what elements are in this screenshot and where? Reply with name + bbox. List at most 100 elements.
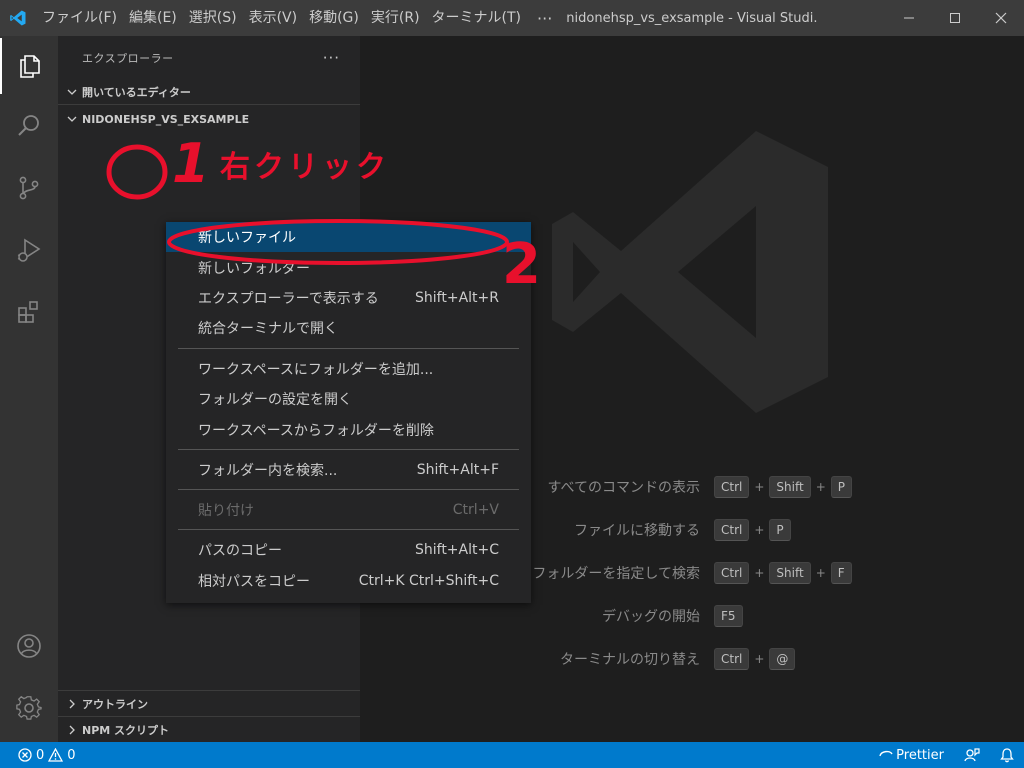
menu-item-add-folder-to-workspace[interactable]: ワークスペースにフォルダーを追加... — [166, 354, 531, 384]
menu-go[interactable]: 移動(G) — [303, 0, 365, 36]
activity-source-control[interactable] — [0, 160, 58, 216]
key-cap: Ctrl — [714, 519, 750, 541]
menu-item-shortcut: Ctrl+K Ctrl+Shift+C — [358, 573, 499, 589]
activity-run-debug[interactable] — [0, 222, 58, 278]
menu-item-label: パスのコピー — [198, 543, 282, 559]
activity-accounts[interactable] — [0, 618, 58, 674]
notifications-button[interactable] — [990, 742, 1024, 768]
annotation-step1-number: 1 — [172, 132, 210, 195]
menu-item-label: 貼り付け — [198, 503, 254, 519]
activity-bar — [0, 36, 58, 742]
sidebar-more-button[interactable]: ··· — [323, 49, 340, 67]
shortcut-label: ファイルに移動する — [574, 523, 700, 539]
menu-more-button[interactable]: ··· — [527, 9, 562, 28]
menu-separator — [178, 489, 519, 490]
key-cap: Shift — [769, 562, 811, 584]
key-cap: P — [769, 519, 791, 541]
menu-terminal[interactable]: ターミナル(T) — [426, 0, 527, 36]
explorer-icon — [20, 55, 40, 78]
menu-item-label: フォルダー内を検索... — [198, 463, 338, 479]
menu-separator — [178, 529, 519, 530]
menu-item-open-folder-settings[interactable]: フォルダーの設定を開く — [166, 384, 531, 414]
menu-item-copy-relative-path[interactable]: 相対パスをコピー Ctrl+K Ctrl+Shift+C — [166, 566, 531, 596]
section-npm-scripts[interactable]: NPM スクリプト — [58, 716, 360, 742]
chevron-down-icon — [64, 87, 80, 97]
menu-item-label: 統合ターミナルで開く — [198, 321, 338, 337]
bell-icon — [1000, 748, 1014, 763]
key-cap: Shift — [769, 476, 811, 498]
shortcut-label: フォルダーを指定して検索 — [532, 566, 700, 582]
annotation-step2-number: 2 — [502, 232, 541, 297]
prettier-label: Prettier — [896, 747, 944, 763]
shortcut-label: すべてのコマンドの表示 — [547, 480, 700, 496]
menu-item-copy-path[interactable]: パスのコピー Shift+Alt+C — [166, 535, 531, 565]
menu-selection[interactable]: 選択(S) — [183, 0, 243, 36]
chevron-right-icon — [64, 699, 80, 709]
window-title: nidonehsp_vs_exsample - Visual Studi... — [566, 10, 819, 26]
vscode-watermark-icon — [552, 131, 828, 413]
context-menu: 新しいファイル 新しいフォルダー エクスプローラーで表示する Shift+Alt… — [166, 222, 531, 603]
section-folder[interactable]: NIDONEHSP_VS_EXSAMPLE — [58, 107, 360, 131]
key-cap: Ctrl — [714, 476, 750, 498]
prettier-status[interactable]: Prettier — [868, 742, 954, 768]
shortcut-row: デバッグの開始 F5 — [360, 604, 1024, 628]
shortcut-keys: Ctrl + Shift + F — [714, 561, 852, 585]
key-cap: @ — [769, 648, 796, 670]
source-control-icon — [19, 176, 39, 200]
run-debug-icon — [17, 238, 41, 262]
menu-file[interactable]: ファイル(F) — [36, 0, 123, 36]
shortcut-keys: Ctrl + Shift + P — [714, 475, 853, 499]
warning-icon — [48, 748, 64, 762]
section-divider — [58, 104, 360, 105]
title-bar: ファイル(F) 編集(E) 選択(S) 表示(V) 移動(G) 実行(R) ター… — [0, 0, 1024, 36]
menu-item-label: フォルダーの設定を開く — [198, 392, 352, 408]
activity-explorer[interactable] — [0, 38, 58, 94]
menu-edit[interactable]: 編集(E) — [123, 0, 183, 36]
key-plus: + — [815, 566, 826, 580]
menu-item-reveal-in-explorer[interactable]: エクスプローラーで表示する Shift+Alt+R — [166, 283, 531, 313]
manage-gear-icon — [16, 695, 42, 720]
close-icon — [995, 12, 1007, 24]
menu-separator — [178, 449, 519, 450]
shortcut-keys: F5 — [714, 604, 743, 628]
prettier-check-icon — [879, 750, 893, 757]
section-outline-label: アウトライン — [82, 697, 148, 711]
chevron-right-icon — [64, 725, 80, 735]
section-npm-scripts-label: NPM スクリプト — [82, 723, 170, 737]
sidebar-header: エクスプローラー ··· — [58, 36, 360, 80]
key-cap: Ctrl — [714, 562, 750, 584]
key-plus: + — [815, 480, 826, 494]
menu-view[interactable]: 表示(V) — [243, 0, 304, 36]
menu-run[interactable]: 実行(R) — [365, 0, 426, 36]
feedback-button[interactable] — [954, 742, 990, 768]
activity-search[interactable] — [0, 98, 58, 154]
close-button[interactable] — [978, 0, 1024, 36]
vscode-logo-icon[interactable] — [0, 0, 36, 36]
key-plus: + — [754, 480, 765, 494]
menu-item-open-terminal[interactable]: 統合ターミナルで開く — [166, 313, 531, 343]
maximize-button[interactable] — [932, 0, 978, 36]
sidebar-title: エクスプローラー — [82, 52, 174, 65]
section-outline[interactable]: アウトライン — [58, 690, 360, 716]
error-count: 0 — [36, 747, 45, 763]
problems-indicator[interactable]: 0 0 — [0, 748, 76, 763]
sidebar-bottom-sections: アウトライン NPM スクリプト — [58, 690, 360, 742]
shortcut-label: デバッグの開始 — [602, 609, 700, 625]
menu-item-remove-folder[interactable]: ワークスペースからフォルダーを削除 — [166, 415, 531, 445]
annotation-step1-text: 右クリック — [220, 150, 390, 185]
key-cap: P — [830, 476, 853, 498]
activity-extensions[interactable] — [0, 284, 58, 340]
minimize-button[interactable] — [886, 0, 932, 36]
menu-item-label: ワークスペースにフォルダーを追加... — [198, 362, 434, 378]
activity-manage[interactable] — [0, 680, 58, 736]
menu-item-label: 相対パスをコピー — [198, 574, 310, 590]
shortcut-label: ターミナルの切り替え — [560, 652, 700, 668]
annotation-ellipse-icon — [167, 219, 509, 265]
menu-item-label: ワークスペースからフォルダーを削除 — [198, 423, 434, 439]
menu-item-label: エクスプローラーで表示する — [198, 291, 379, 307]
section-open-editors[interactable]: 開いているエディター — [58, 80, 360, 104]
annotation-circle-icon — [106, 144, 168, 200]
menu-item-find-in-folder[interactable]: フォルダー内を検索... Shift+Alt+F — [166, 455, 531, 485]
search-icon — [18, 115, 39, 136]
menu-item-shortcut: Shift+Alt+F — [416, 462, 499, 478]
